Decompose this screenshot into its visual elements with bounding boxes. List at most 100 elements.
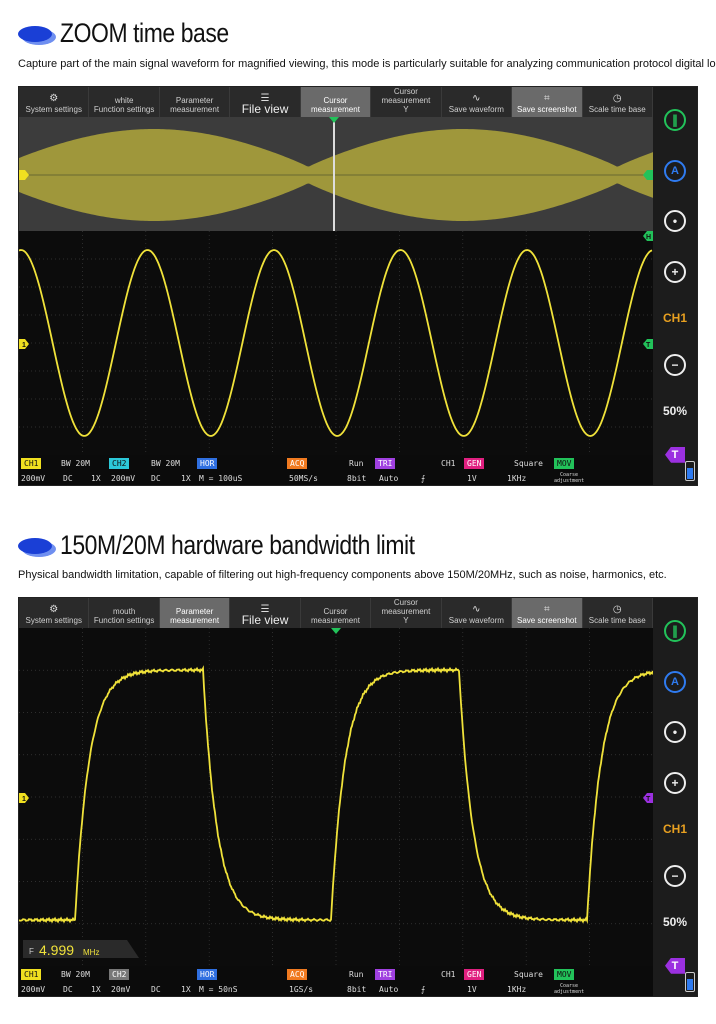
frequency-readout: F 4.999 MHz	[23, 940, 139, 958]
status-hor[interactable]: HOR	[197, 457, 218, 469]
status-timebase: M = 50nS	[199, 984, 238, 994]
toolbar-item-1[interactable]: mouth Function settings	[89, 598, 160, 628]
status-bw2: BW 20M	[151, 458, 180, 468]
status-wave: Square	[514, 969, 543, 979]
position-icon[interactable]: •	[664, 721, 686, 744]
plus-icon[interactable]: +	[664, 260, 686, 283]
frequency-unit: MHz	[83, 948, 99, 957]
status-acq[interactable]: ACQ	[287, 968, 308, 980]
toolbar-item-5[interactable]: Cursor measurement Y	[371, 598, 442, 628]
pause-icon[interactable]: ∥	[664, 109, 686, 132]
status-hor[interactable]: HOR	[197, 968, 218, 980]
toolbar-item-label: Parameter measurement	[170, 96, 220, 114]
clock-icon: ◷	[612, 604, 622, 615]
status-mov[interactable]: MOV	[554, 968, 575, 980]
status-trich: CH1	[441, 458, 456, 468]
toolbar-item-3[interactable]: ☰ File view	[230, 598, 301, 628]
status-row: 200mV DC 1X 20mV DC 1X M = 50nS 1GS/s 8bit Auto ⨍ 1…	[19, 982, 653, 996]
status-mov[interactable]: MOV	[554, 457, 575, 469]
status-mode: Auto	[379, 984, 399, 994]
status-freq: 1KHz	[507, 984, 527, 994]
status-acq[interactable]: ACQ	[287, 457, 308, 469]
toolbar-item-label: System settings	[25, 616, 82, 625]
toolbar-item-label: File view	[241, 102, 289, 116]
trigger-percent[interactable]: 50%	[663, 404, 687, 418]
trigger-marker-icon[interactable]: T	[665, 446, 685, 463]
status-gen[interactable]: GEN	[464, 457, 485, 469]
status-bar: CH1 BW 20M CH2 HOR ACQ Run TRI CH1 GEN Square MOV 2…	[19, 966, 653, 996]
toolbar-item-label: Save waveform	[448, 616, 504, 625]
ch1-level-marker-label: 1	[22, 342, 26, 349]
toolbar-item-3[interactable]: ☰ File view	[230, 87, 301, 117]
crop-icon: ⌗	[543, 93, 550, 104]
status-v1: 200mV	[21, 473, 46, 483]
section-title-text: 150M/20M hardware bandwidth limit	[60, 530, 415, 560]
save-waveform-icon: ∿	[472, 604, 481, 615]
auto-icon[interactable]: A	[664, 159, 686, 182]
status-ch1[interactable]: CH1	[21, 457, 42, 469]
toolbar: ⚙ System settings mouth Function settings Pa…	[19, 598, 653, 628]
toolbar-item-7[interactable]: ⌗ Save screenshot	[512, 87, 583, 117]
toolbar-item-label: Parameter measurement	[170, 607, 220, 625]
status-edge: ⨍	[421, 984, 426, 994]
trigger-level-marker-label: T	[646, 342, 651, 349]
toolbar-item-8[interactable]: ◷ Scale time base	[583, 87, 653, 117]
status-bits: 8bit	[347, 473, 367, 483]
toolbar-item-6[interactable]: ∿ Save waveform	[442, 87, 513, 117]
channel-select[interactable]: CH1	[663, 822, 687, 836]
position-icon[interactable]: •	[664, 210, 686, 233]
toolbar-item-8[interactable]: ◷ Scale time base	[583, 598, 653, 628]
status-v1: 200mV	[21, 984, 46, 994]
toolbar-item-1[interactable]: white Function settings	[89, 87, 160, 117]
gear-icon: ⚙	[49, 93, 59, 104]
status-gen[interactable]: GEN	[464, 968, 485, 980]
status-ch1[interactable]: CH1	[21, 968, 42, 980]
toolbar-item-label: Save screenshot	[516, 616, 577, 625]
minus-icon[interactable]: −	[664, 353, 686, 376]
status-wave: Square	[514, 458, 543, 468]
waveform-display: 1 T F 4.999 MHz	[19, 628, 653, 966]
bullet-icon	[18, 537, 52, 554]
ch1-level-marker-label: 1	[22, 796, 26, 803]
crop-icon: ⌗	[543, 604, 550, 615]
status-adj: Coarse adjustment	[554, 983, 585, 995]
auto-icon[interactable]: A	[664, 670, 686, 693]
toolbar-item-7[interactable]: ⌗ Save screenshot	[512, 598, 583, 628]
toolbar-item-2[interactable]: Parameter measurement	[160, 87, 231, 117]
battery-icon	[685, 461, 695, 481]
status-tri[interactable]: TRI	[375, 457, 396, 469]
toolbar-item-0[interactable]: ⚙ System settings	[19, 87, 90, 117]
toolbar-item-5[interactable]: Cursor measurement Y	[371, 87, 442, 117]
plus-icon[interactable]: +	[664, 771, 686, 794]
toolbar-item-label: Scale time base	[588, 105, 646, 114]
toolbar-item-2[interactable]: Parameter measurement	[159, 598, 231, 628]
frequency-prefix: F	[29, 947, 34, 956]
status-run: Run	[349, 969, 364, 979]
section-title-zoom: ZOOM time base	[18, 18, 259, 49]
status-amp: 1V	[467, 473, 477, 483]
horizontal-position-marker-label: H	[646, 234, 651, 241]
battery-icon	[685, 972, 695, 992]
section-title-bandwidth: 150M/20M hardware bandwidth limit	[18, 530, 477, 561]
toolbar-item-label: File view	[241, 613, 289, 627]
pause-icon[interactable]: ∥	[664, 620, 686, 643]
status-c1: DC	[63, 473, 73, 483]
toolbar-item-4[interactable]: Cursor measurement	[301, 598, 372, 628]
trigger-percent[interactable]: 50%	[663, 915, 687, 929]
clock-icon: ◷	[612, 93, 622, 104]
status-ch2[interactable]: CH2	[109, 968, 130, 980]
minus-icon[interactable]: −	[664, 864, 686, 887]
frequency-value: 4.999	[39, 942, 74, 958]
channel-select[interactable]: CH1	[663, 311, 687, 325]
trigger-marker-icon[interactable]: T	[665, 957, 685, 974]
toolbar-item-label: System settings	[25, 105, 82, 114]
toolbar-item-label: Function settings	[93, 616, 155, 625]
status-bw1: BW 20M	[61, 458, 90, 468]
toolbar-item-6[interactable]: ∿ Save waveform	[442, 598, 513, 628]
status-bar: CH1 BW 20M CH2 BW 20M HOR ACQ Run TRI CH1 GEN Squa…	[19, 455, 653, 485]
toolbar-item-4[interactable]: Cursor measurement	[300, 87, 372, 117]
status-x2: 1X	[181, 473, 191, 483]
toolbar-item-0[interactable]: ⚙ System settings	[19, 598, 90, 628]
status-tri[interactable]: TRI	[375, 968, 396, 980]
status-ch2[interactable]: CH2	[109, 457, 130, 469]
